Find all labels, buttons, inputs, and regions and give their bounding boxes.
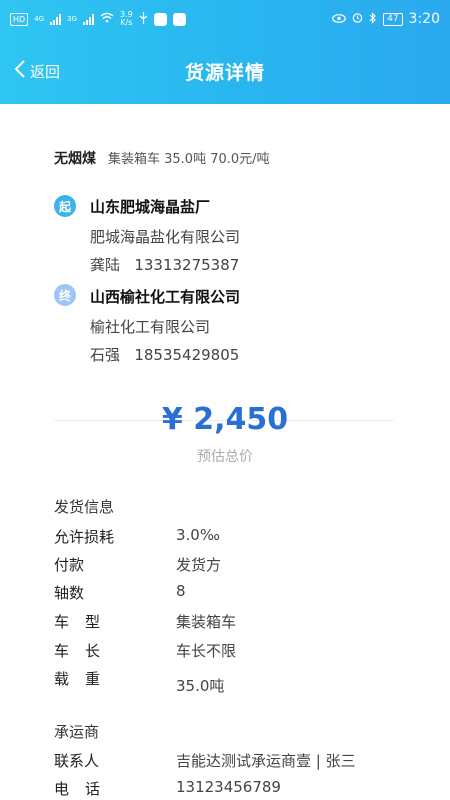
app-icon-1 bbox=[153, 12, 167, 26]
status-bar: HD 4G 3G 3.9 K/s 47 3:20 bbox=[0, 0, 450, 38]
carrier-row-contact: 联系人 吉能达测试承运商壹 | 张三 bbox=[54, 750, 434, 772]
row-label: 付款 bbox=[54, 556, 85, 574]
alarm-icon bbox=[352, 12, 363, 26]
destination-badge: 终 bbox=[54, 284, 76, 306]
row-value: 35.0吨 bbox=[176, 677, 225, 695]
back-button[interactable]: 返回 bbox=[14, 60, 60, 82]
origin-contact-phone: 13313275387 bbox=[134, 256, 240, 274]
signal-icon-2 bbox=[82, 13, 94, 25]
origin-place: 山东肥城海晶盐厂 bbox=[90, 198, 211, 216]
shipping-row-vehicle-length: 车长 车长不限 bbox=[54, 640, 434, 662]
row-label: 联系人 bbox=[54, 752, 100, 770]
row-value: 3.0‰ bbox=[176, 526, 220, 544]
back-label: 返回 bbox=[30, 62, 61, 81]
network-speed: 3.9 K/s bbox=[120, 11, 133, 27]
row-value: 8 bbox=[176, 582, 186, 600]
nav-bar: 返回 货源详情 bbox=[0, 38, 450, 104]
row-label: 车型 bbox=[54, 613, 117, 631]
hd-badge: HD bbox=[10, 12, 29, 26]
cargo-desc: 集装箱车 35.0吨 70.0元/吨 bbox=[108, 152, 270, 167]
page-title: 货源详情 bbox=[184, 61, 265, 84]
shipping-row-load: 载重 35.0吨 bbox=[54, 668, 434, 695]
signal-icon bbox=[50, 13, 62, 25]
usb-icon bbox=[139, 11, 148, 27]
eye-icon bbox=[332, 13, 346, 26]
shipping-row-axles: 轴数 8 bbox=[54, 582, 434, 604]
clock: 3:20 bbox=[408, 11, 440, 27]
row-value: 吉能达测试承运商壹 | 张三 bbox=[176, 752, 356, 770]
speed-unit: K/s bbox=[120, 18, 133, 27]
origin-badge: 起 bbox=[54, 195, 76, 217]
destination-contact-name: 石强 bbox=[90, 346, 121, 364]
destination-company: 榆社化工有限公司 bbox=[90, 318, 211, 336]
estimated-price: ¥ 2,450 bbox=[161, 402, 289, 437]
status-bar-right: 47 3:20 bbox=[332, 11, 440, 27]
carrier-row-phone: 电话 13123456789 bbox=[54, 778, 434, 800]
row-label: 允许损耗 bbox=[54, 528, 115, 546]
bluetooth-icon bbox=[369, 11, 377, 27]
cargo-summary: 无烟煤 集装箱车 35.0吨 70.0元/吨 bbox=[54, 148, 270, 168]
destination-contact[interactable]: 石强 18535429805 bbox=[90, 344, 239, 365]
shipping-section-title: 发货信息 bbox=[54, 498, 115, 516]
row-value: 发货方 bbox=[176, 556, 222, 574]
battery-icon: 47 bbox=[383, 12, 403, 26]
origin-company: 肥城海晶盐化有限公司 bbox=[90, 228, 241, 246]
row-value: 集装箱车 bbox=[176, 613, 237, 631]
estimated-price-label: 预估总价 bbox=[197, 449, 253, 465]
shipping-row-payment: 付款 发货方 bbox=[54, 554, 434, 576]
row-value: 车长不限 bbox=[176, 642, 237, 660]
shipping-row-vehicle-type: 车型 集装箱车 bbox=[54, 611, 434, 633]
row-label: 轴数 bbox=[54, 584, 85, 602]
row-value[interactable]: 13123456789 bbox=[176, 778, 281, 796]
row-label: 载重 bbox=[54, 670, 117, 688]
cargo-name: 无烟煤 bbox=[54, 151, 96, 167]
network-label-2: 3G bbox=[67, 15, 77, 23]
row-label: 电话 bbox=[54, 780, 117, 798]
header: HD 4G 3G 3.9 K/s 47 3:20 返回 货源详情 bbox=[0, 0, 450, 104]
shipping-row-loss: 允许损耗 3.0‰ bbox=[54, 526, 434, 548]
carrier-section-title: 承运商 bbox=[54, 723, 100, 741]
row-label: 车长 bbox=[54, 642, 117, 660]
status-bar-left: HD 4G 3G 3.9 K/s bbox=[10, 11, 186, 27]
origin-contact-name: 龚陆 bbox=[90, 256, 121, 274]
destination-place: 山西榆社化工有限公司 bbox=[90, 288, 241, 306]
origin-contact[interactable]: 龚陆 13313275387 bbox=[90, 254, 239, 275]
app-icon-2 bbox=[172, 12, 186, 26]
network-label-1: 4G bbox=[34, 15, 45, 23]
chevron-left-icon bbox=[14, 60, 26, 82]
wifi-icon bbox=[100, 12, 114, 26]
destination-contact-phone: 18535429805 bbox=[134, 346, 240, 364]
